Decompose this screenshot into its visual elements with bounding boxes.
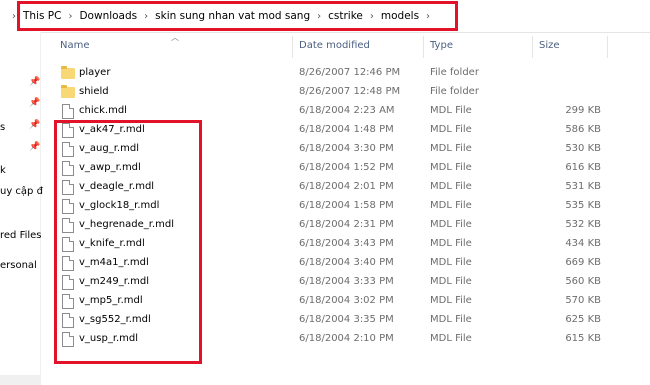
list-item[interactable]: player 8/26/2007 12:46 PM File folder — [41, 64, 650, 83]
column-header-row: ︿ Name Date modified Type Size — [41, 32, 650, 60]
column-header-name[interactable]: Name — [60, 40, 90, 51]
file-icon — [62, 104, 74, 119]
file-type: MDL File — [430, 238, 472, 249]
list-item[interactable]: chick.mdl 6/18/2004 2:23 AM MDL File 299… — [41, 102, 650, 121]
column-divider[interactable] — [532, 36, 533, 58]
nav-item-label[interactable]: red Files — [0, 230, 42, 241]
file-type: MDL File — [430, 143, 472, 154]
nav-item-label[interactable]: s — [0, 122, 5, 133]
file-type: MDL File — [430, 124, 472, 135]
column-header-size[interactable]: Size — [539, 40, 560, 51]
file-type: MDL File — [430, 333, 472, 344]
file-date: 6/18/2004 1:58 PM — [299, 200, 394, 211]
file-name: player — [79, 67, 111, 78]
file-size: 434 KB — [565, 238, 601, 249]
file-date: 6/18/2004 2:01 PM — [299, 181, 394, 192]
column-header-type[interactable]: Type — [430, 40, 453, 51]
nav-item-label[interactable]: k — [0, 165, 6, 176]
nav-item-label[interactable]: uy cập đ — [0, 186, 43, 197]
column-divider[interactable] — [423, 36, 424, 58]
list-item[interactable]: shield 8/26/2007 12:48 PM File folder — [41, 83, 650, 102]
file-type: File folder — [430, 67, 479, 78]
sort-up-icon: ︿ — [171, 33, 179, 42]
file-size: 669 KB — [565, 257, 601, 268]
file-size: 531 KB — [565, 181, 601, 192]
file-type: MDL File — [430, 200, 472, 211]
file-date: 8/26/2007 12:48 PM — [299, 86, 401, 97]
file-size: 530 KB — [565, 143, 601, 154]
file-type: MDL File — [430, 314, 472, 325]
file-size: 299 KB — [565, 105, 601, 116]
file-size: 560 KB — [565, 276, 601, 287]
highlight-box-files — [54, 120, 202, 364]
file-type: MDL File — [430, 295, 472, 306]
file-date: 6/18/2004 3:02 PM — [299, 295, 394, 306]
file-type: MDL File — [430, 219, 472, 230]
file-size: 570 KB — [565, 295, 601, 306]
file-type: MDL File — [430, 257, 472, 268]
file-size: 532 KB — [565, 219, 601, 230]
file-date: 6/18/2004 2:31 PM — [299, 219, 394, 230]
pin-icon[interactable]: 📌 — [29, 77, 40, 87]
file-type: MDL File — [430, 162, 472, 173]
file-size: 535 KB — [565, 200, 601, 211]
pin-icon[interactable]: 📌 — [29, 142, 40, 152]
column-divider[interactable] — [292, 36, 293, 58]
file-type: MDL File — [430, 105, 472, 116]
file-date: 6/18/2004 3:40 PM — [299, 257, 394, 268]
pin-icon[interactable]: 📌 — [29, 120, 40, 130]
file-size: 616 KB — [565, 162, 601, 173]
file-date: 6/18/2004 2:10 PM — [299, 333, 394, 344]
file-date: 6/18/2004 3:33 PM — [299, 276, 394, 287]
column-header-date[interactable]: Date modified — [299, 40, 370, 51]
file-date: 6/18/2004 3:43 PM — [299, 238, 394, 249]
folder-icon — [61, 85, 75, 98]
file-date: 6/18/2004 1:48 PM — [299, 124, 394, 135]
file-size: 625 KB — [565, 314, 601, 325]
pin-icon[interactable]: 📌 — [29, 98, 40, 108]
file-size: 615 KB — [565, 333, 601, 344]
nav-item-label[interactable]: ersonal — [0, 260, 37, 271]
file-date: 6/18/2004 3:35 PM — [299, 314, 394, 325]
file-name: chick.mdl — [79, 105, 127, 116]
file-type: File folder — [430, 86, 479, 97]
file-date: 6/18/2004 2:23 AM — [299, 105, 395, 116]
file-name: shield — [79, 86, 109, 97]
highlight-box-address — [17, 1, 458, 31]
chevron-right-icon[interactable]: › — [12, 11, 16, 22]
file-date: 6/18/2004 3:30 PM — [299, 143, 394, 154]
file-type: MDL File — [430, 181, 472, 192]
navigation-pane: 📌 📌 📌 📌 s k uy cập đ red Files ersonal — [0, 32, 43, 385]
file-size: 586 KB — [565, 124, 601, 135]
folder-icon — [61, 66, 75, 79]
nav-scrollbar[interactable] — [0, 375, 40, 385]
file-date: 6/18/2004 1:52 PM — [299, 162, 394, 173]
file-date: 8/26/2007 12:46 PM — [299, 67, 401, 78]
column-divider[interactable] — [607, 36, 608, 58]
file-type: MDL File — [430, 276, 472, 287]
